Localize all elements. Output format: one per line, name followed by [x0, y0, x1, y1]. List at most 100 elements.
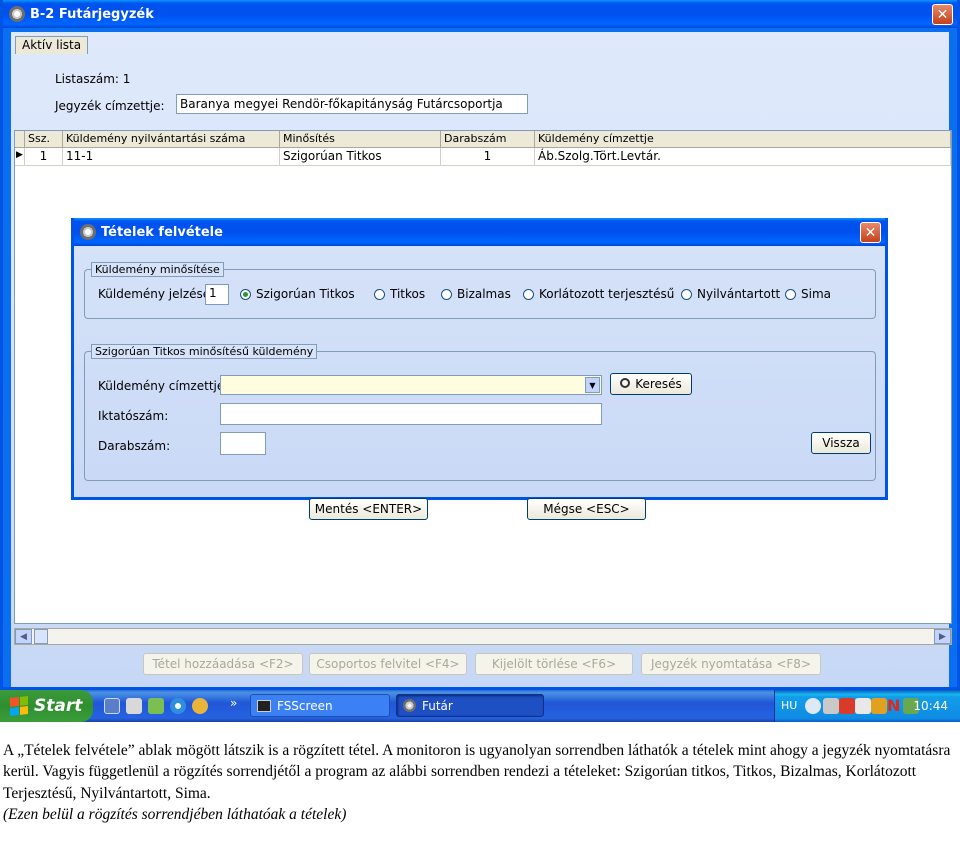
detail-legend: Szigorúan Titkos minősítésű küldemény	[91, 344, 318, 359]
count-input[interactable]	[220, 432, 266, 455]
grid-header: Ssz. Küldemény nyilvántartási száma Minő…	[15, 131, 951, 148]
radio-plain[interactable]: Sima	[785, 287, 831, 301]
task-fsscreen[interactable]: FSScreen	[250, 694, 390, 717]
screenshot: B-2 Futárjegyzék ✕ Aktív lista Listaszám…	[0, 0, 960, 722]
radio-icon	[785, 288, 796, 300]
filing-label: Iktatószám:	[98, 409, 169, 423]
search-icon	[620, 378, 631, 388]
radio-icon	[681, 288, 692, 300]
filing-input[interactable]	[220, 403, 602, 425]
main-close-button[interactable]: ✕	[932, 4, 953, 25]
browser-icon[interactable]	[170, 698, 186, 714]
scroll-thumb[interactable]	[34, 629, 48, 644]
cell-ssz: 1	[25, 148, 63, 165]
main-titlebar[interactable]: B-2 Futárjegyzék ✕	[3, 0, 957, 28]
radio-label: Korlátozott terjesztésű	[539, 287, 675, 301]
dialog-gear-icon	[80, 224, 96, 240]
system-tray: HU N 10:44	[774, 690, 960, 722]
radio-label: Bizalmas	[457, 287, 511, 301]
grid-header-indicator	[15, 131, 25, 147]
cell-recipient: Áb.Szolg.Tört.Levtár.	[535, 148, 951, 165]
radio-icon	[374, 288, 385, 300]
task-futar[interactable]: Futár	[396, 694, 544, 717]
grid-col-ssz[interactable]: Ssz.	[25, 131, 63, 147]
list-number-label: Listaszám: 1	[55, 72, 131, 86]
quicklaunch-chevron[interactable]: »	[230, 696, 237, 710]
caption-paragraph: A „Tételek felvétele” ablak mögött látsz…	[3, 742, 951, 802]
tray-drive-icon[interactable]	[855, 698, 871, 714]
classification-legend: Küldemény minősítése	[91, 262, 224, 277]
count-label: Darabszám:	[98, 439, 171, 453]
tray-n-icon[interactable]: N	[887, 696, 900, 715]
add-items-dialog: Tételek felvétele ✕ Küldemény minősítése…	[71, 218, 888, 520]
caption-note: (Ezen belül a rögzítés sorrendjében láth…	[3, 806, 347, 824]
group-entry-button[interactable]: Csoportos felvitel <F4>	[309, 653, 467, 675]
radio-icon	[523, 288, 534, 300]
radio-registered[interactable]: Nyilvántartott	[681, 287, 780, 301]
delete-selected-button[interactable]: Kijelölt törlése <F6>	[475, 653, 633, 675]
media-icon[interactable]	[192, 698, 208, 714]
caption: A „Tételek felvétele” ablak mögött látsz…	[3, 740, 957, 826]
quicklaunch-app-icon[interactable]	[148, 698, 164, 714]
radio-top-secret[interactable]: Szigorúan Titkos	[240, 287, 355, 301]
clock[interactable]: 10:44	[913, 699, 948, 713]
start-label: Start	[34, 696, 83, 716]
search-button[interactable]: Keresés	[610, 373, 692, 395]
taskbar: Start » FSScreen Futár HU N 10:44	[0, 690, 960, 722]
language-indicator[interactable]: HU	[781, 699, 797, 712]
radio-confidential[interactable]: Bizalmas	[441, 287, 511, 301]
dialog-body: Küldemény minősítése Küldemény jelzése: …	[74, 246, 885, 520]
chevron-down-icon[interactable]: ▼	[585, 377, 600, 393]
print-list-button[interactable]: Jegyzék nyomtatása <F8>	[641, 653, 821, 675]
search-button-label: Keresés	[635, 377, 682, 391]
grid-col-number[interactable]: Küldemény nyilvántartási száma	[63, 131, 280, 147]
desktop-icon[interactable]	[104, 698, 120, 714]
classification-group: Küldemény minősítése Küldemény jelzése: …	[84, 262, 876, 319]
cancel-button[interactable]: Mégse <ESC>	[527, 498, 646, 520]
app-gear-icon	[9, 6, 25, 22]
windows-logo-icon	[10, 696, 28, 716]
table-row[interactable]: ▶ 1 11-1 Szigorúan Titkos 1 Áb.Szolg.Tör…	[15, 148, 951, 166]
dialog-close-button[interactable]: ✕	[860, 222, 881, 243]
mark-input[interactable]: 1	[205, 284, 229, 305]
grid-col-count[interactable]: Darabszám	[441, 131, 535, 147]
tab-strip: Aktív lista	[15, 36, 89, 54]
tray-shield-icon[interactable]	[871, 698, 887, 714]
item-recipient-combo[interactable]: ▼	[220, 375, 602, 395]
dialog-titlebar[interactable]: Tételek felvétele ✕	[74, 218, 885, 246]
radio-icon	[441, 288, 452, 300]
radio-label: Sima	[801, 287, 831, 301]
quicklaunch-tool-icon[interactable]	[126, 698, 142, 714]
radio-label: Nyilvántartott	[697, 287, 781, 301]
radio-selected-icon	[240, 288, 251, 300]
mark-label: Küldemény jelzése:	[98, 287, 215, 301]
tray-app-icon[interactable]	[823, 698, 839, 714]
radio-label: Szigorúan Titkos	[256, 287, 355, 301]
tray-expand-icon[interactable]	[805, 698, 821, 714]
cell-classification: Szigorúan Titkos	[280, 148, 441, 165]
scroll-left-icon[interactable]: ◀	[15, 629, 32, 644]
main-window-title: B-2 Futárjegyzék	[30, 6, 154, 22]
scroll-right-icon[interactable]: ▶	[934, 629, 951, 644]
grid-col-classification[interactable]: Minősítés	[280, 131, 441, 147]
grid-col-recipient[interactable]: Küldemény címzettje	[535, 131, 951, 147]
grid-horizontal-scrollbar[interactable]: ◀ ▶	[14, 628, 952, 645]
list-recipient-field[interactable]: Baranya megyei Rendör-főkapitányság Futá…	[176, 94, 528, 114]
radio-secret[interactable]: Titkos	[374, 287, 425, 301]
tray-security-icon[interactable]	[839, 698, 855, 714]
futar-gear-icon	[403, 699, 416, 712]
start-button[interactable]: Start	[0, 690, 93, 722]
radio-restricted[interactable]: Korlátozott terjesztésű	[523, 287, 674, 301]
save-button[interactable]: Mentés <ENTER>	[309, 498, 428, 520]
add-item-button[interactable]: Tétel hozzáadása <F2>	[143, 653, 303, 675]
recipient-label: Jegyzék címzettje:	[55, 99, 165, 113]
back-button[interactable]: Vissza	[811, 432, 871, 454]
item-recipient-label: Küldemény címzettje:	[98, 379, 229, 393]
radio-label: Titkos	[390, 287, 426, 301]
fsscreen-icon	[257, 699, 271, 712]
cell-count: 1	[441, 148, 535, 165]
tab-active-list[interactable]: Aktív lista	[15, 36, 89, 54]
task-label: FSScreen	[277, 698, 333, 713]
dialog-title: Tételek felvétele	[101, 224, 223, 240]
cell-number: 11-1	[63, 148, 280, 165]
